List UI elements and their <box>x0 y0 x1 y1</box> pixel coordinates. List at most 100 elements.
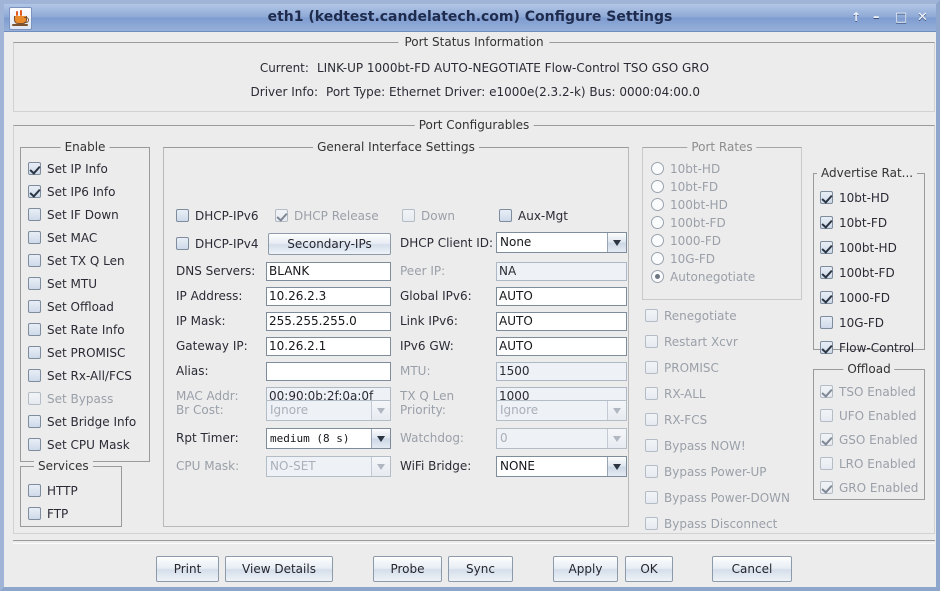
advertise-rate-10g-fd[interactable]: 10G-FD <box>820 314 884 330</box>
checkbox-icon[interactable] <box>28 369 41 382</box>
checkbox-icon[interactable] <box>28 438 41 451</box>
checkbox-icon[interactable] <box>176 237 189 250</box>
checkbox-icon <box>820 457 833 470</box>
port-flag-bypass-power-down: Bypass Power-DOWN <box>645 489 790 505</box>
checkbox-icon[interactable] <box>820 216 833 229</box>
enable-item-set-bridge-info[interactable]: Set Bridge Info <box>28 413 136 429</box>
chevron-down-icon <box>371 457 390 476</box>
view-details-button[interactable]: View Details <box>225 556 333 582</box>
field-input-global-ipv6[interactable]: AUTO <box>496 287 627 306</box>
general-check-dhcp-ipv4[interactable]: DHCP-IPv4 <box>176 235 258 251</box>
checkbox-icon[interactable] <box>28 346 41 359</box>
checkbox-icon <box>645 413 658 426</box>
offload-item-gso-enabled: GSO Enabled <box>820 431 918 447</box>
checkbox-icon[interactable] <box>28 415 41 428</box>
checkbox-icon[interactable] <box>28 277 41 290</box>
checkbox-icon[interactable] <box>176 209 189 222</box>
maximize-button[interactable]: □ <box>895 11 908 24</box>
field-input-dns-servers[interactable]: BLANK <box>266 262 391 281</box>
enable-item-set-mac[interactable]: Set MAC <box>28 229 97 245</box>
cancel-button[interactable]: Cancel <box>712 556 792 582</box>
checkbox-icon <box>820 433 833 446</box>
field-input-ip-address[interactable]: 10.26.2.3 <box>266 287 391 306</box>
field-input-link-ipv6[interactable]: AUTO <box>496 312 627 331</box>
services-item-http[interactable]: HTTP <box>28 482 78 498</box>
secondary-ips-button[interactable]: Secondary-IPs <box>268 233 391 255</box>
advertise-rate-100bt-fd[interactable]: 100bt-FD <box>820 264 895 280</box>
checkbox-icon[interactable] <box>28 231 41 244</box>
checkbox-icon[interactable] <box>820 241 833 254</box>
field-label-gateway-ip: Gateway IP: <box>176 339 248 353</box>
port-flag-bypass-disconnect: Bypass Disconnect <box>645 515 777 531</box>
port-flag-label: RX-FCS <box>664 412 708 427</box>
combo-rpt-timer[interactable]: medium (8 s) <box>266 428 391 449</box>
enable-item-set-ip6-info[interactable]: Set IP6 Info <box>28 183 115 199</box>
minimize-button[interactable]: – <box>873 11 886 24</box>
port-flag-label: Bypass Disconnect <box>664 516 778 531</box>
checkbox-icon[interactable] <box>28 208 41 221</box>
checkbox-icon[interactable] <box>820 341 833 354</box>
radio-icon <box>651 162 664 175</box>
enable-item-set-if-down[interactable]: Set IF Down <box>28 206 119 222</box>
print-button[interactable]: Print <box>156 556 219 582</box>
advertise-rate-label: Flow-Control <box>839 340 915 355</box>
enable-item-set-offload[interactable]: Set Offload <box>28 298 114 314</box>
apply-button[interactable]: Apply <box>553 556 618 582</box>
ok-button[interactable]: OK <box>625 556 673 582</box>
probe-button[interactable]: Probe <box>373 556 442 582</box>
checkbox-icon[interactable] <box>28 254 41 267</box>
checkbox-icon[interactable] <box>820 291 833 304</box>
radio-icon <box>651 252 664 265</box>
checkbox-icon[interactable] <box>28 300 41 313</box>
enable-item-set-tx-q-len[interactable]: Set TX Q Len <box>28 252 125 268</box>
combo-watchdog: 0 <box>496 428 627 449</box>
field-input-gateway-ip[interactable]: 10.26.2.1 <box>266 337 391 356</box>
enable-item-set-promisc[interactable]: Set PROMISC <box>28 344 125 360</box>
combo-label-priority: Priority: <box>400 403 446 417</box>
checkbox-icon[interactable] <box>499 209 512 222</box>
close-button[interactable]: ✕ <box>917 11 930 24</box>
port-rate-label: 10bt-HD <box>670 161 721 176</box>
checkbox-icon[interactable] <box>28 323 41 336</box>
field-label-alias: Alias: <box>176 364 209 378</box>
port-rates-title: Port Rates <box>687 140 757 154</box>
enable-item-set-rate-info[interactable]: Set Rate Info <box>28 321 125 337</box>
offload-item-label: UFO Enabled <box>839 408 917 423</box>
advertise-rate-100bt-hd[interactable]: 100bt-HD <box>820 239 897 255</box>
chevron-down-icon[interactable] <box>371 429 390 448</box>
enable-item-set-mtu[interactable]: Set MTU <box>28 275 97 291</box>
advertise-rate-label: 10bt-HD <box>839 190 890 205</box>
dhcp-client-id-combo[interactable]: None <box>496 232 627 253</box>
checkbox-icon[interactable] <box>820 191 833 204</box>
field-input-alias[interactable] <box>266 362 391 381</box>
field-input-ip-mask[interactable]: 255.255.255.0 <box>266 312 391 331</box>
chevron-down-icon[interactable] <box>607 457 626 476</box>
checkbox-icon[interactable] <box>820 316 833 329</box>
enable-item-set-cpu-mask[interactable]: Set CPU Mask <box>28 436 130 452</box>
advertise-rate-10bt-fd[interactable]: 10bt-FD <box>820 214 887 230</box>
enable-item-set-ip-info[interactable]: Set IP Info <box>28 160 108 176</box>
combo-wifi-bridge[interactable]: NONE <box>496 456 627 477</box>
sync-button[interactable]: Sync <box>448 556 513 582</box>
general-check-dhcp-ipv6[interactable]: DHCP-IPv6 <box>176 207 258 223</box>
field-input-ipv6-gw[interactable]: AUTO <box>496 337 627 356</box>
port-flag-bypass-now: Bypass NOW! <box>645 437 746 453</box>
checkbox-icon[interactable] <box>28 162 41 175</box>
chevron-down-icon[interactable] <box>607 233 626 252</box>
checkbox-icon[interactable] <box>28 507 41 520</box>
port-flag-label: Restart Xcvr <box>664 334 738 349</box>
rollup-button[interactable]: ↑ <box>851 11 864 24</box>
port-rate-label: 100bt-HD <box>670 197 728 212</box>
dhcp-client-id-value: None <box>500 235 532 249</box>
window-controls: ↑ – □ ✕ <box>851 4 930 31</box>
services-item-ftp[interactable]: FTP <box>28 505 68 521</box>
general-check-aux-mgt[interactable]: Aux-Mgt <box>499 207 568 223</box>
advertise-rate-1000-fd[interactable]: 1000-FD <box>820 289 890 305</box>
combo-value-cpu-mask: NO-SET <box>270 459 316 473</box>
checkbox-icon[interactable] <box>28 484 41 497</box>
advertise-rate-flow-control[interactable]: Flow-Control <box>820 339 914 355</box>
advertise-rate-10bt-hd[interactable]: 10bt-HD <box>820 189 889 205</box>
checkbox-icon[interactable] <box>820 266 833 279</box>
enable-item-set-rx-all-fcs[interactable]: Set Rx-All/FCS <box>28 367 132 383</box>
checkbox-icon[interactable] <box>28 185 41 198</box>
